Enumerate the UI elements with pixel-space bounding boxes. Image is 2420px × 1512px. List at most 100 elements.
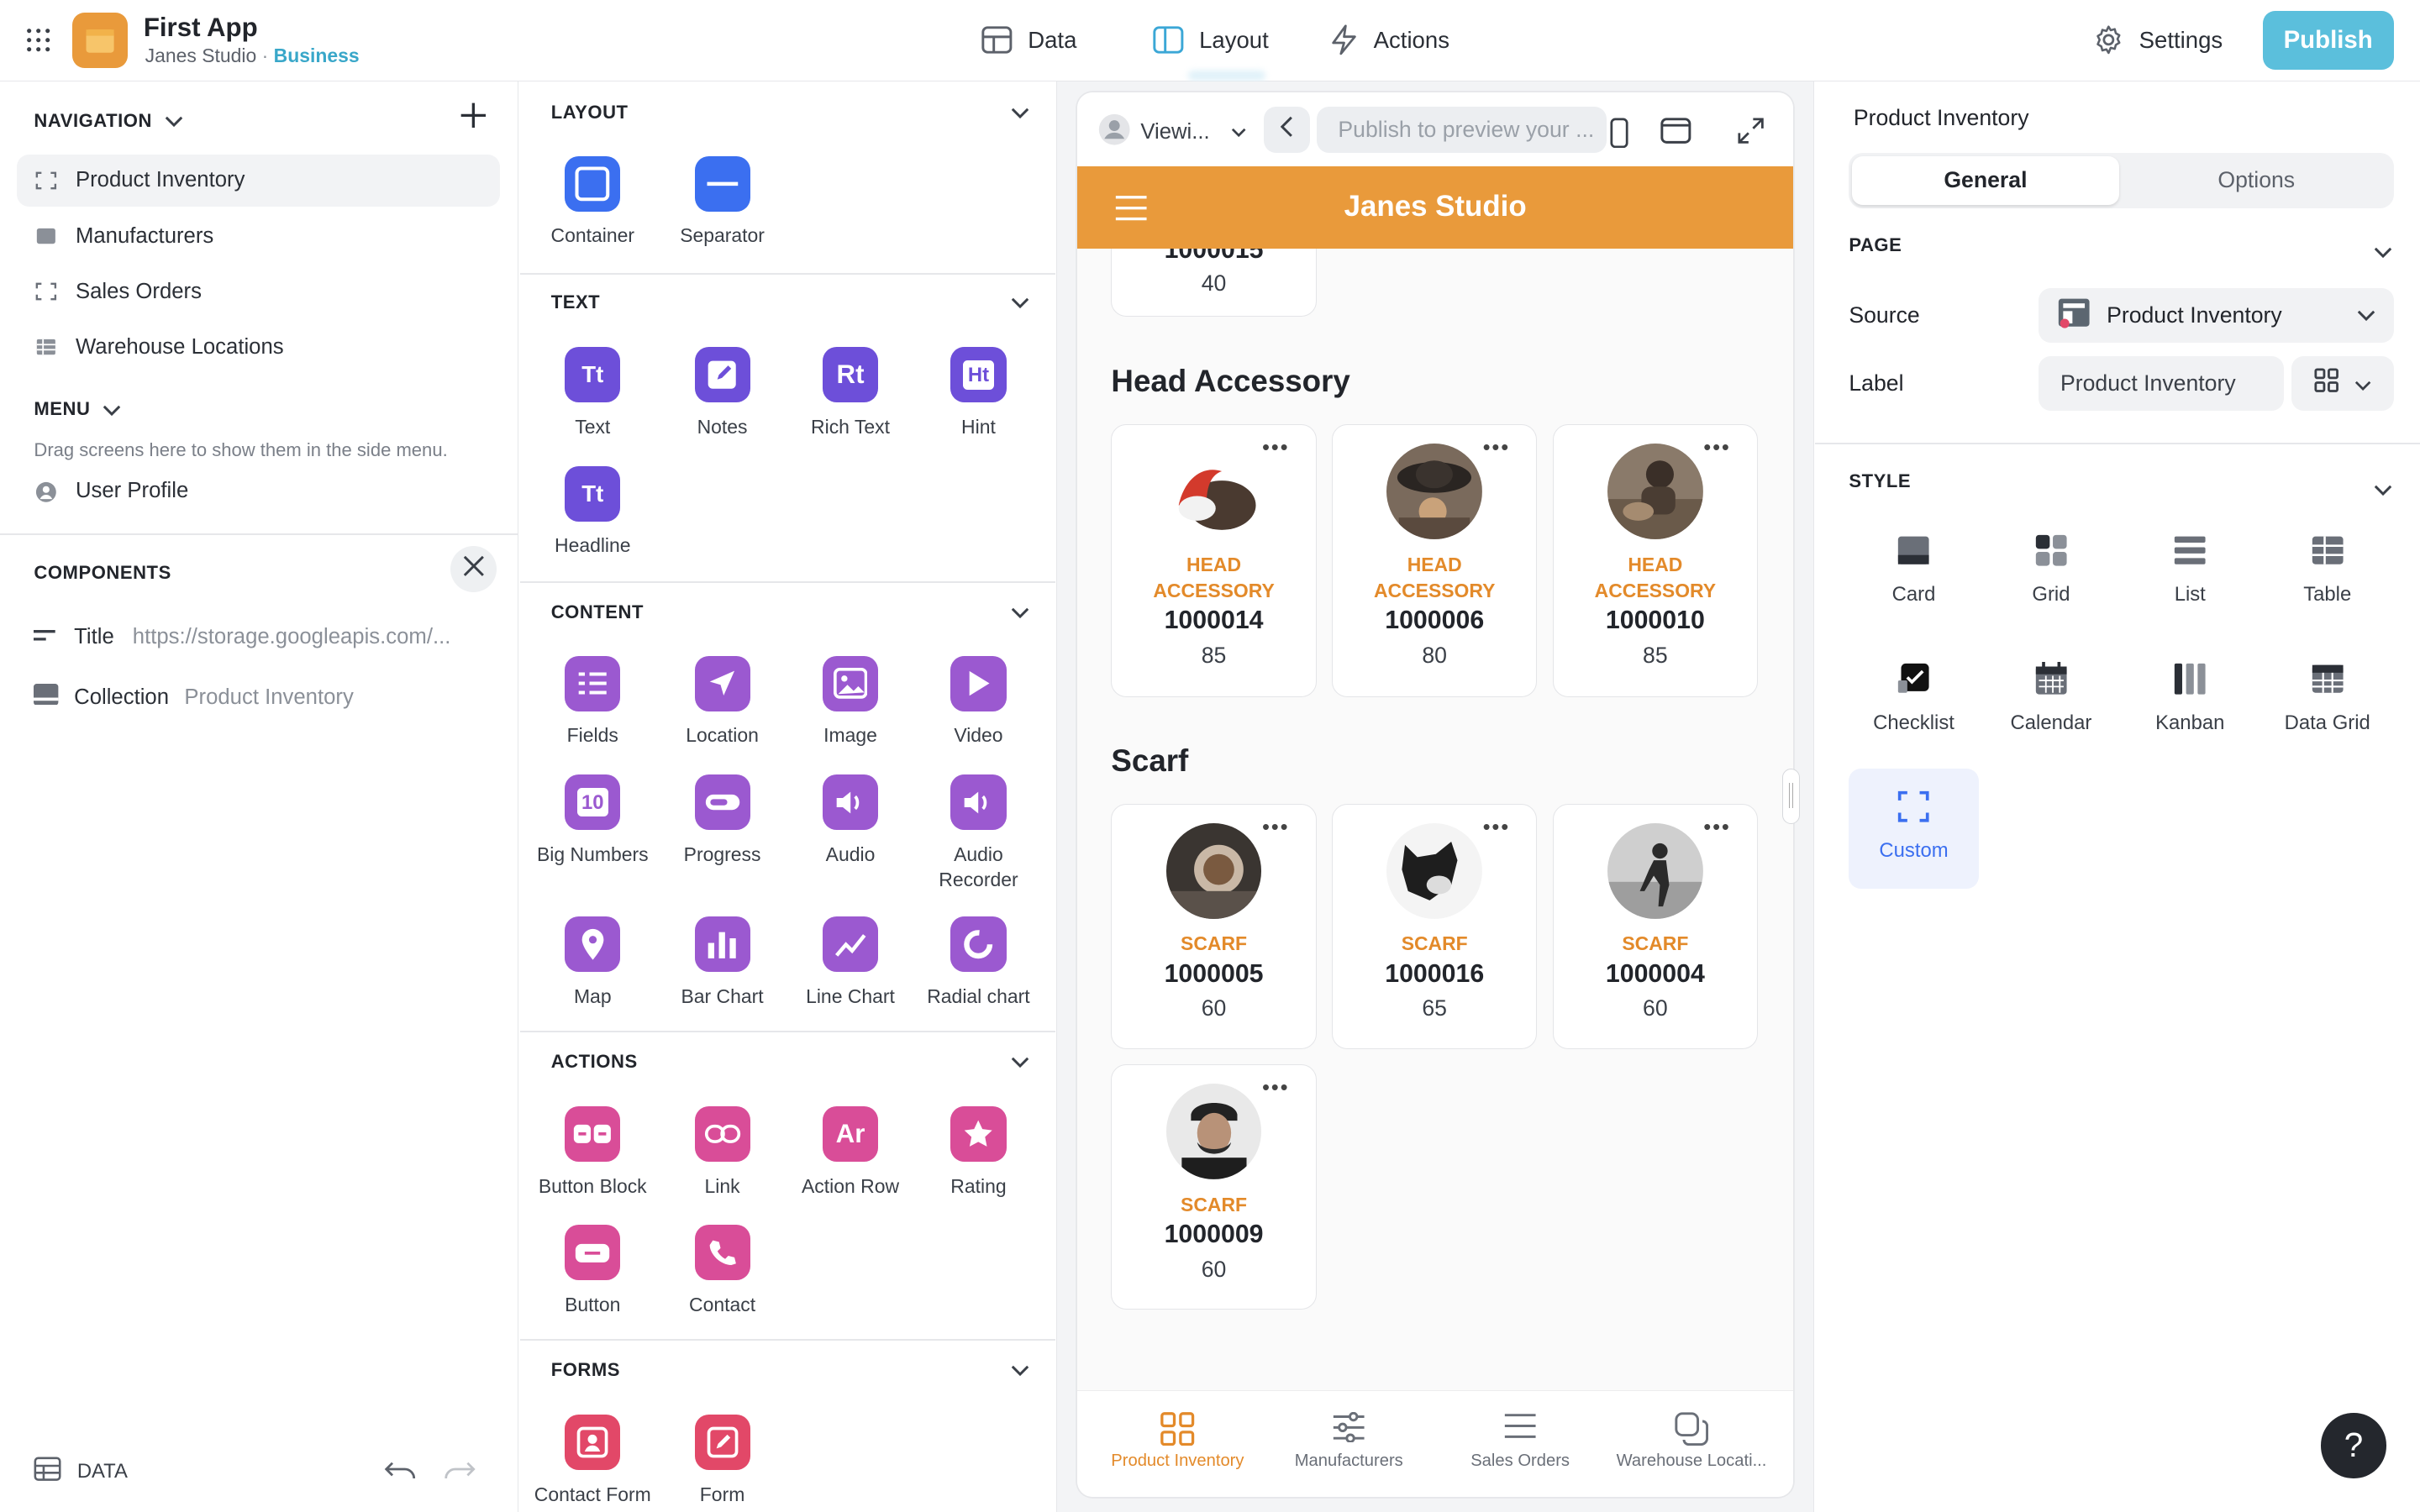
tab-sales-orders[interactable]: Sales Orders	[1434, 1412, 1607, 1472]
component-map[interactable]: Map	[531, 916, 655, 1010]
component-audio[interactable]: Audio	[789, 774, 913, 868]
style-card[interactable]: Card	[1849, 533, 1978, 606]
component-container[interactable]: Container	[531, 155, 655, 249]
layout-section-header[interactable]: LAYOUT	[551, 97, 1029, 129]
expand-icon[interactable]	[1738, 118, 1764, 150]
settings-button[interactable]: Settings	[2093, 0, 2223, 81]
product-card[interactable]: ••• SCARF 1000004 60	[1552, 803, 1758, 1049]
chevron-down-icon	[1011, 98, 1029, 127]
data-toggle[interactable]: DATA	[34, 1457, 128, 1487]
component-notes[interactable]: Notes	[660, 347, 784, 440]
text-section-header[interactable]: TEXT	[551, 287, 1029, 318]
more-options-icon[interactable]: •••	[1262, 1077, 1290, 1099]
nav-item-manufacturers[interactable]: Manufacturers	[17, 210, 500, 262]
component-image[interactable]: Image	[789, 655, 913, 749]
component-separator[interactable]: Separator	[660, 155, 784, 249]
style-custom[interactable]: Custom	[1849, 768, 1979, 889]
component-location[interactable]: Location	[660, 655, 784, 749]
phone-device-icon[interactable]	[1610, 118, 1628, 155]
add-screen-icon[interactable]	[458, 100, 489, 138]
more-options-icon[interactable]: •••	[1703, 437, 1731, 459]
product-card[interactable]: ••• HEAD ACCESSORY 1000006 80	[1332, 424, 1538, 698]
tablet-device-icon[interactable]	[1660, 117, 1691, 150]
component-headline[interactable]: Tt Headline	[531, 465, 655, 559]
tab-options[interactable]: Options	[2122, 156, 2391, 206]
tab-general[interactable]: General	[1852, 155, 2119, 206]
tab-warehouse-locations[interactable]: Warehouse Locati...	[1605, 1411, 1778, 1472]
style-kanban[interactable]: Kanban	[2125, 662, 2254, 735]
apps-grid-icon[interactable]	[24, 26, 52, 54]
navigation-header[interactable]: NAVIGATION	[34, 107, 182, 135]
source-select[interactable]: Product Inventory	[2039, 288, 2394, 343]
nav-item-warehouse-locations[interactable]: Warehouse Locations	[17, 321, 500, 373]
menu-header[interactable]: MENU	[34, 395, 121, 423]
chevron-down-icon[interactable]	[2374, 475, 2392, 504]
label-layout-select[interactable]	[2291, 356, 2394, 411]
component-video[interactable]: Video	[917, 655, 1040, 749]
nav-layout[interactable]: Layout	[1153, 0, 1269, 81]
product-card[interactable]: ••• HEAD ACCESSORY 1000014 85	[1111, 424, 1317, 698]
product-card[interactable]: ••• HEAD ACCESSORY 1000010 85	[1552, 424, 1758, 698]
component-title-row[interactable]: Title https://storage.googleapis.com/...	[34, 625, 450, 649]
app-title[interactable]: First App	[144, 13, 258, 43]
more-options-icon[interactable]: •••	[1703, 816, 1731, 838]
resize-handle[interactable]	[1782, 768, 1800, 824]
component-rating[interactable]: Rating	[917, 1105, 1040, 1200]
more-options-icon[interactable]: •••	[1262, 437, 1290, 459]
app-logo[interactable]	[72, 12, 129, 68]
component-rich-text[interactable]: Rt Rich Text	[789, 347, 913, 440]
style-list[interactable]: List	[2125, 533, 2254, 606]
component-collection-row[interactable]: Collection Product Inventory	[34, 683, 354, 711]
component-audio-recorder[interactable]: Audio Recorder	[917, 774, 1040, 892]
product-card[interactable]: 1000015 40	[1111, 248, 1317, 317]
back-button[interactable]	[1264, 106, 1311, 153]
publish-button[interactable]: Publish	[2262, 10, 2394, 70]
more-options-icon[interactable]: •••	[1483, 816, 1511, 838]
tab-manufacturers[interactable]: Manufacturers	[1262, 1411, 1435, 1472]
label-input[interactable]: Product Inventory	[2039, 356, 2285, 411]
product-card[interactable]: ••• SCARF 1000009 60	[1111, 1064, 1317, 1310]
component-button[interactable]: Button	[531, 1225, 655, 1318]
nav-data[interactable]: Data	[981, 0, 1076, 81]
nav-actions[interactable]: Actions	[1330, 0, 1449, 81]
component-button-block[interactable]: Button Block	[531, 1105, 655, 1200]
redo-icon[interactable]	[443, 1460, 476, 1488]
component-radial-chart[interactable]: Radial chart	[917, 916, 1040, 1010]
component-link[interactable]: Link	[660, 1105, 784, 1200]
style-data-grid[interactable]: Data Grid	[2263, 662, 2392, 735]
component-progress[interactable]: Progress	[660, 774, 784, 868]
style-checklist[interactable]: Checklist	[1849, 662, 1978, 735]
nav-item-product-inventory[interactable]: Product Inventory	[17, 154, 501, 207]
product-card[interactable]: ••• SCARF 1000016 65	[1332, 803, 1538, 1049]
component-contact-form[interactable]: Contact Form	[531, 1415, 655, 1508]
menu-item-user-profile[interactable]: User Profile	[17, 465, 500, 517]
viewing-as-dropdown[interactable]: Viewi...	[1097, 113, 1247, 152]
component-hint[interactable]: Ht Hint	[917, 347, 1040, 440]
component-contact[interactable]: Contact	[660, 1225, 784, 1318]
preview-url-field[interactable]: Publish to preview your ...	[1316, 106, 1607, 153]
more-options-icon[interactable]: •••	[1262, 816, 1290, 838]
collection-scroll[interactable]: 1000015 40 Head Accessory ••• HEAD ACCES…	[1077, 248, 1793, 1390]
component-form-container[interactable]: Form Container	[660, 1415, 784, 1512]
component-big-numbers[interactable]: 10 Big Numbers	[531, 774, 655, 868]
component-text[interactable]: Tt Text	[531, 347, 655, 440]
tab-product-inventory[interactable]: Product Inventory	[1092, 1411, 1265, 1472]
style-calendar[interactable]: Calendar	[1986, 661, 2116, 735]
product-card[interactable]: ••• SCARF 1000005 60	[1111, 803, 1317, 1049]
component-fields[interactable]: Fields	[531, 655, 655, 749]
actions-section-header[interactable]: ACTIONS	[551, 1046, 1029, 1077]
component-action-row[interactable]: Ar Action Row	[789, 1105, 913, 1200]
nav-item-sales-orders[interactable]: Sales Orders	[17, 265, 500, 318]
content-section-header[interactable]: CONTENT	[551, 597, 1029, 628]
forms-section-header[interactable]: FORMS	[551, 1355, 1029, 1386]
chevron-down-icon[interactable]	[2374, 238, 2392, 266]
component-bar-chart[interactable]: Bar Chart	[660, 916, 784, 1010]
help-button[interactable]: ?	[2321, 1413, 2386, 1478]
component-line-chart[interactable]: Line Chart	[789, 916, 913, 1010]
more-options-icon[interactable]: •••	[1483, 437, 1511, 459]
style-grid[interactable]: Grid	[1986, 533, 2116, 606]
component-label: Notes	[697, 416, 748, 438]
style-table[interactable]: Table	[2263, 533, 2392, 606]
close-components-button[interactable]	[450, 546, 497, 593]
undo-icon[interactable]	[383, 1460, 417, 1488]
